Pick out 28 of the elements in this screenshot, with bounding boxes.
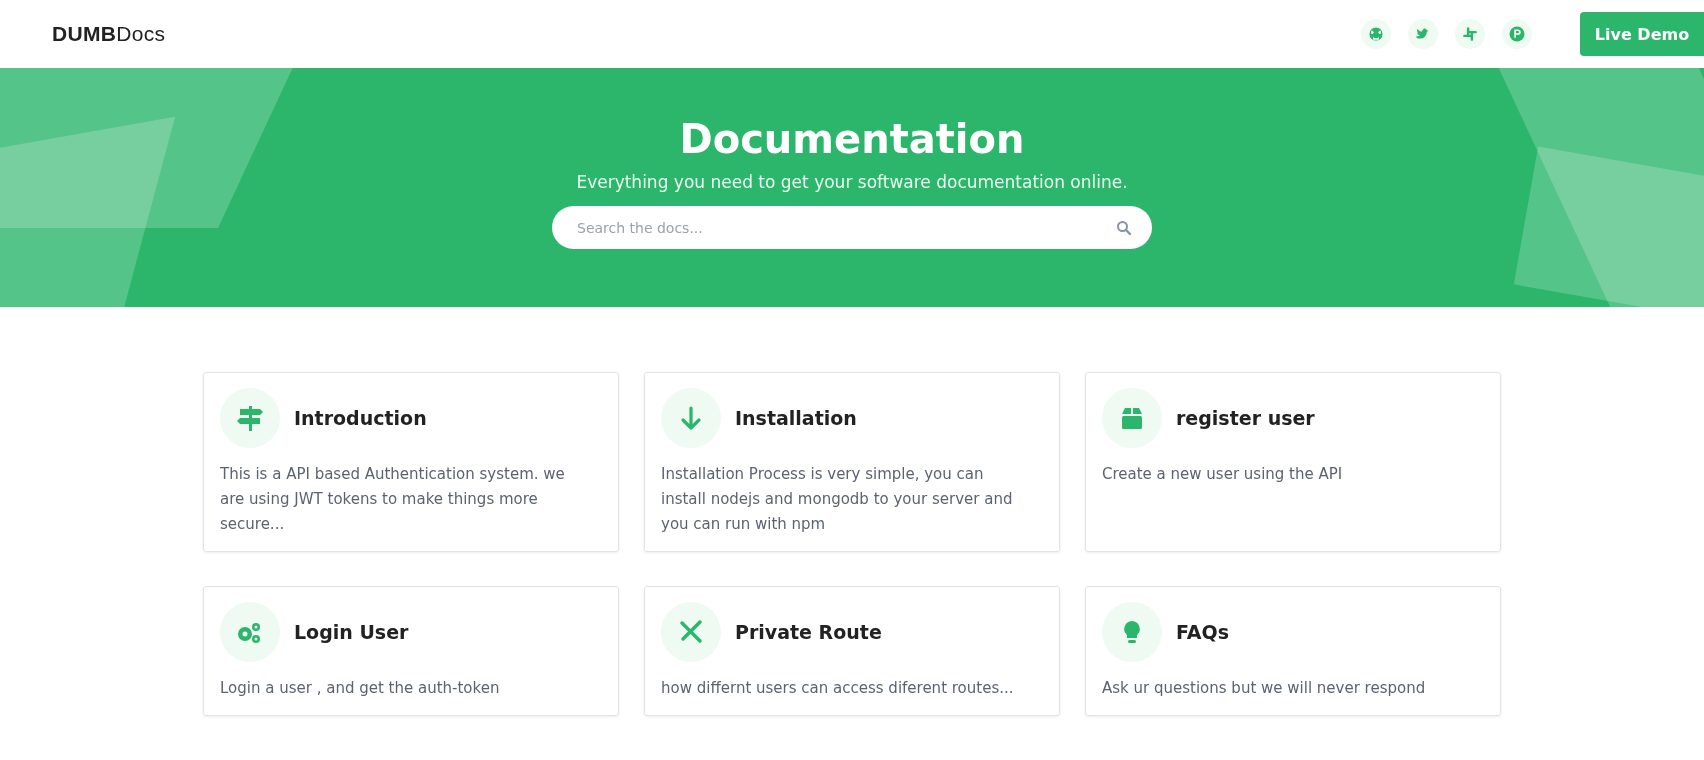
card-title: Introduction <box>294 407 427 429</box>
twitter-icon[interactable] <box>1408 19 1438 49</box>
card-description: how differnt users can access diferent routes... <box>661 678 1015 699</box>
card-description: Login a user , and get the auth-token <box>220 678 501 699</box>
hero-title: Documentation <box>679 116 1025 162</box>
logo[interactable]: DUMBDocs <box>52 22 166 46</box>
arrow-down-icon <box>661 388 721 448</box>
search-field[interactable]: Search the docs... <box>552 206 1152 249</box>
card-title: Installation <box>735 407 857 429</box>
lightbulb-icon <box>1102 602 1162 662</box>
doc-card[interactable]: Private Route how differnt users can access diferent routes... <box>644 586 1060 716</box>
doc-card[interactable]: Installation Installation Process is very simple, you can install nodejs and mongodb to your server and you can run with npm <box>644 372 1060 552</box>
card-title: FAQs <box>1176 621 1229 643</box>
doc-card[interactable]: register user Create a new user using the API <box>1085 372 1501 552</box>
doc-card[interactable]: Introduction This is a API based Authentication system. we are using JWT tokens to make things more secure... <box>203 372 619 552</box>
card-description: This is a API based Authentication system. we are using JWT tokens to make things more secure... <box>220 464 566 535</box>
signpost-icon <box>220 388 280 448</box>
card-title: Login User <box>294 621 409 643</box>
card-title: Private Route <box>735 621 882 643</box>
doc-card[interactable]: FAQs Ask ur questions but we will never respond <box>1085 586 1501 716</box>
hero-subtitle: Everything you need to get your software documentation online. <box>576 172 1128 192</box>
card-description: Create a new user using the API <box>1102 464 1344 485</box>
card-title: register user <box>1176 407 1315 429</box>
card-description: Installation Process is very simple, you can install nodejs and mongodb to your server and you can run with npm <box>661 464 1014 535</box>
doc-card[interactable]: Login User Login a user , and get the auth-token <box>203 586 619 716</box>
card-description: Ask ur questions but we will never respond <box>1102 678 1427 699</box>
search-icon <box>1116 220 1132 236</box>
box-icon <box>1102 388 1162 448</box>
